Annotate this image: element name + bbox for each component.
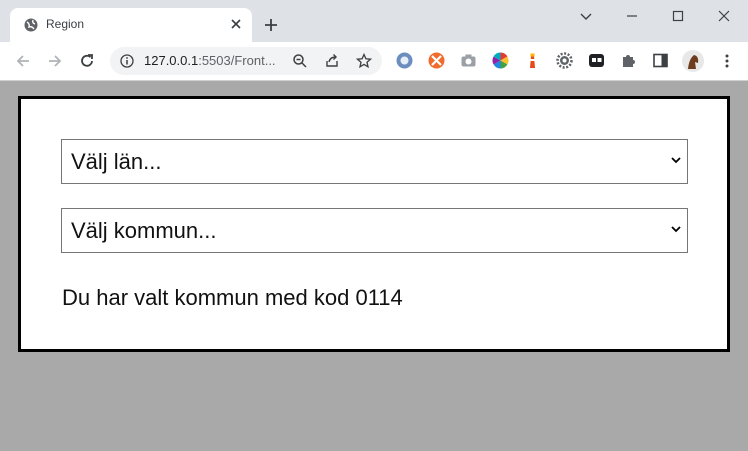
close-window-icon[interactable] xyxy=(716,8,732,24)
zoom-icon[interactable] xyxy=(292,53,308,69)
tab-region[interactable]: Region xyxy=(10,8,252,42)
forward-icon[interactable] xyxy=(46,52,64,70)
chevron-down-icon xyxy=(671,157,681,164)
profile-avatar[interactable] xyxy=(682,50,704,72)
tab-strip: Region xyxy=(0,0,748,42)
settings-gear-extension-icon[interactable] xyxy=(556,52,573,69)
lan-select-value: Välj län... xyxy=(71,149,162,174)
region-card: Välj län... Välj kommun... Du har valt k… xyxy=(18,96,730,352)
kommun-select[interactable]: Välj kommun... xyxy=(61,208,688,253)
tab-title: Region xyxy=(46,17,85,31)
tab-search-chevron-icon[interactable] xyxy=(578,8,594,24)
address-bar[interactable]: 127.0.0.1:5503/Front... xyxy=(110,47,382,75)
lan-select[interactable]: Välj län... xyxy=(61,139,688,184)
lighthouse-icon[interactable] xyxy=(524,52,541,69)
extension-blue-o-icon[interactable] xyxy=(396,52,413,69)
close-tab-icon[interactable] xyxy=(228,16,244,32)
minimize-icon[interactable] xyxy=(624,8,640,24)
browser-menu-icon[interactable] xyxy=(718,52,736,70)
maximize-icon[interactable] xyxy=(670,8,686,24)
new-tab-icon[interactable] xyxy=(262,16,280,34)
bookmark-star-icon[interactable] xyxy=(356,53,372,69)
extension-dark-icon[interactable] xyxy=(588,52,605,69)
camera-icon[interactable] xyxy=(460,52,477,69)
site-info-icon[interactable] xyxy=(120,54,134,68)
reload-icon[interactable] xyxy=(78,52,96,70)
browser-toolbar: 127.0.0.1:5503/Front... xyxy=(0,42,748,81)
share-icon[interactable] xyxy=(324,53,340,69)
side-panel-icon[interactable] xyxy=(652,52,669,69)
kommun-select-value: Välj kommun... xyxy=(71,218,217,243)
extension-orange-icon[interactable] xyxy=(428,52,445,69)
selected-kommun-message: Du har valt kommun med kod 0114 xyxy=(62,285,403,310)
back-icon[interactable] xyxy=(14,52,32,70)
color-wheel-icon[interactable] xyxy=(492,52,509,69)
url-text[interactable]: 127.0.0.1:5503/Front... xyxy=(144,53,276,68)
chevron-down-icon xyxy=(671,226,681,233)
puzzle-extensions-icon[interactable] xyxy=(620,52,637,69)
globe-icon xyxy=(24,18,38,32)
